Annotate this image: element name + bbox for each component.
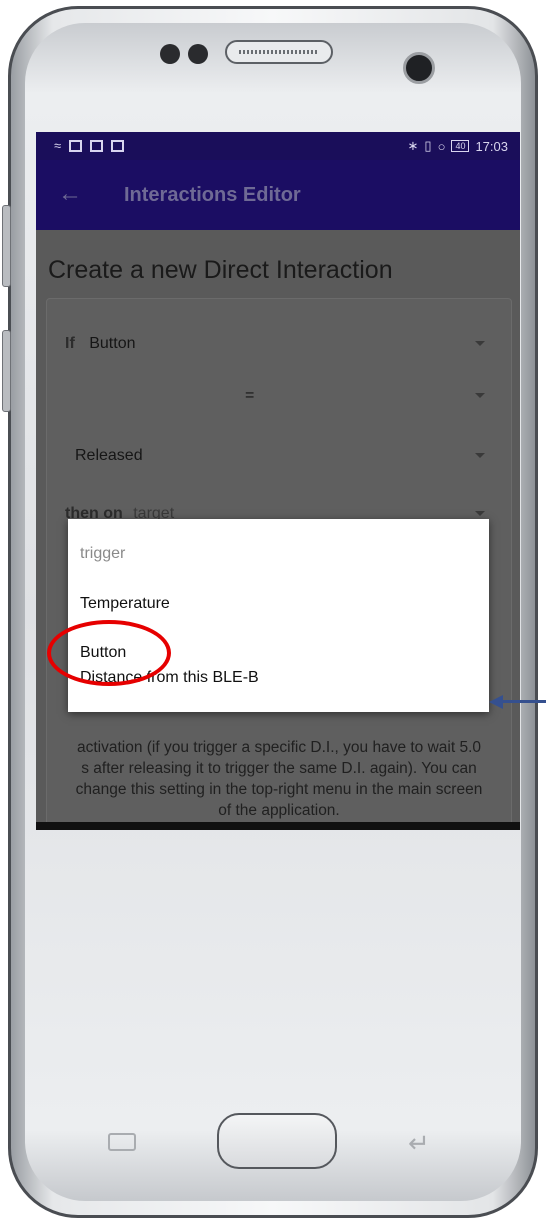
front-camera-icon [403, 52, 435, 84]
back-nav-icon[interactable]: ↵ [408, 1128, 430, 1159]
image-icon [69, 139, 83, 152]
screen: ≈ ∗ ▯ ○ 40 17:03 ← Interactions Editor C… [36, 132, 520, 822]
mail-icon [90, 139, 104, 152]
state-value: Released [75, 447, 143, 464]
highlight-circle [47, 620, 171, 686]
location-icon: ○ [437, 138, 446, 154]
activation-note: activation (if you trigger a specific D.… [75, 739, 483, 819]
arrow-left-icon[interactable]: ← [58, 180, 82, 208]
battery-level: 40 [451, 140, 470, 152]
chevron-down-icon [475, 341, 485, 346]
status-time: 17:03 [475, 138, 508, 154]
light-sensor-icon [188, 44, 208, 64]
vibrate-icon: ▯ [424, 138, 432, 153]
screen-edge [36, 822, 520, 830]
app-bar: ← Interactions Editor [36, 160, 520, 230]
if-label: If [65, 335, 75, 352]
proximity-sensor-icon [160, 44, 180, 64]
recent-apps-icon[interactable] [108, 1133, 136, 1151]
operator-value: = [245, 387, 255, 404]
volume-button [2, 205, 11, 287]
system-icons: ∗ ▯ ○ 40 17:03 [408, 138, 508, 154]
state-select[interactable]: Released [65, 447, 485, 465]
trigger-select[interactable]: If Button [65, 335, 485, 353]
status-bar: ≈ ∗ ▯ ○ 40 17:03 [36, 132, 520, 160]
earpiece-speaker [225, 40, 333, 64]
annotation-arrow-icon [489, 695, 503, 709]
mail-icon-2 [111, 139, 125, 152]
page-title: Create a new Direct Interaction [48, 256, 393, 284]
home-button[interactable] [217, 1113, 337, 1169]
bluetooth-icon: ∗ [407, 138, 419, 153]
dropdown-header: trigger [80, 545, 126, 562]
chevron-down-icon [475, 511, 485, 516]
chevron-down-icon [475, 393, 485, 398]
notification-icons: ≈ [54, 138, 125, 153]
option-temperature[interactable]: Temperature [80, 595, 170, 613]
app-title: Interactions Editor [124, 184, 301, 206]
annotation-arrow-line [500, 700, 546, 703]
chevron-down-icon [475, 453, 485, 458]
wifi-icon: ≈ [54, 138, 62, 153]
trigger-value: Button [89, 335, 136, 352]
volume-button-lower [2, 330, 11, 412]
